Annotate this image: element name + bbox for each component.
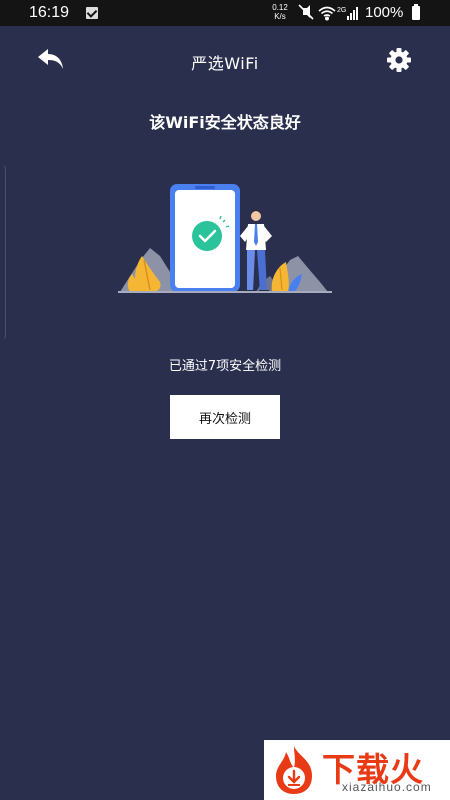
recheck-button[interactable]: 再次检测 (170, 395, 280, 439)
notification-check-icon (86, 7, 98, 19)
net-speed-value: 0.12 (272, 3, 288, 12)
status-time: 16:19 (29, 4, 70, 21)
network-type: 2G (337, 7, 346, 14)
battery-percent: 100% (365, 4, 404, 21)
wifi-icon (318, 6, 336, 21)
page-title: 严选WiFi (191, 54, 259, 73)
signal-icon (347, 7, 358, 20)
mute-icon (298, 4, 314, 20)
watermark-site: xiazaihuo.com (342, 780, 432, 794)
gear-icon[interactable] (384, 45, 414, 75)
battery-icon (412, 4, 420, 20)
flame-logo-icon (276, 746, 312, 794)
wifi-status-title: 该WiFi安全状态良好 (149, 113, 301, 132)
checks-passed-text: 已通过7项安全检测 (168, 359, 282, 374)
secure-phone-illustration (118, 184, 332, 293)
status-icons: 2G (298, 4, 358, 21)
ground-line (118, 291, 332, 293)
net-speed: 0.12 K/s (268, 3, 292, 21)
net-speed-unit: K/s (274, 12, 286, 21)
side-edge-handle[interactable] (0, 165, 6, 340)
status-bar: 16:19 0.12 K/s 2G 100% (0, 0, 450, 26)
watermark-banner: 下载火 xiazaihuo.com (264, 740, 450, 800)
